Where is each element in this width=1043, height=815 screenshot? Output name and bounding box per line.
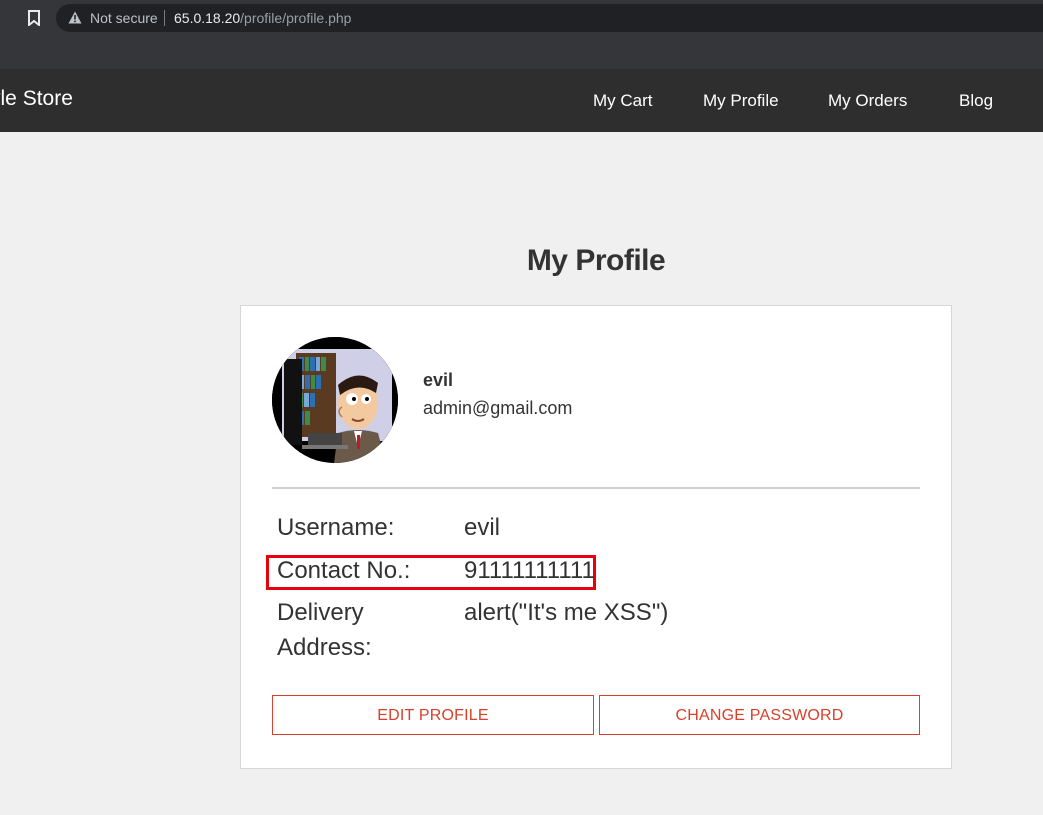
- nav-my-orders[interactable]: My Orders: [828, 91, 907, 111]
- delivery-label-line1: Delivery: [277, 599, 364, 626]
- url-host: 65.0.18.20: [174, 10, 241, 26]
- contact-label: Contact No.:: [277, 557, 411, 584]
- url-separator: [164, 10, 165, 26]
- nav-my-cart[interactable]: My Cart: [593, 91, 653, 111]
- profile-name: evil: [423, 370, 454, 390]
- delivery-label-line2: Address:: [277, 634, 372, 661]
- cartoon-avatar-image: [272, 337, 398, 463]
- profile-email: admin@gmail.com: [423, 398, 573, 418]
- url-text[interactable]: 65.0.18.20/profile/profile.php: [174, 10, 351, 26]
- contact-value: 91111111111: [464, 557, 595, 584]
- divider: [272, 487, 920, 489]
- page-title: My Profile: [526, 244, 666, 277]
- nav-my-profile[interactable]: My Profile: [703, 91, 779, 111]
- username-label: Username:: [277, 514, 395, 541]
- browser-toolbar: Not secure 65.0.18.20/profile/profile.ph…: [0, 0, 1043, 69]
- nav-blog[interactable]: Blog: [959, 91, 993, 111]
- edit-profile-button[interactable]: EDIT PROFILE: [272, 695, 594, 735]
- security-indicator[interactable]: Not secure: [90, 10, 158, 26]
- profile-card: evil admin@gmail.com Username: evil Cont…: [240, 305, 952, 769]
- username-value: evil: [464, 514, 501, 541]
- bookmark-icon[interactable]: [27, 10, 41, 26]
- change-password-button[interactable]: CHANGE PASSWORD: [599, 695, 920, 735]
- warning-icon: [68, 11, 82, 24]
- site-navbar: estyle Store My Cart My Profile My Order…: [0, 69, 1043, 132]
- delivery-address-value: alert("It's me XSS"): [464, 599, 669, 626]
- site-brand[interactable]: estyle Store: [0, 87, 73, 111]
- url-path: /profile/profile.php: [240, 10, 352, 26]
- address-bar[interactable]: Not secure 65.0.18.20/profile/profile.ph…: [56, 4, 1043, 32]
- avatar: [272, 337, 398, 463]
